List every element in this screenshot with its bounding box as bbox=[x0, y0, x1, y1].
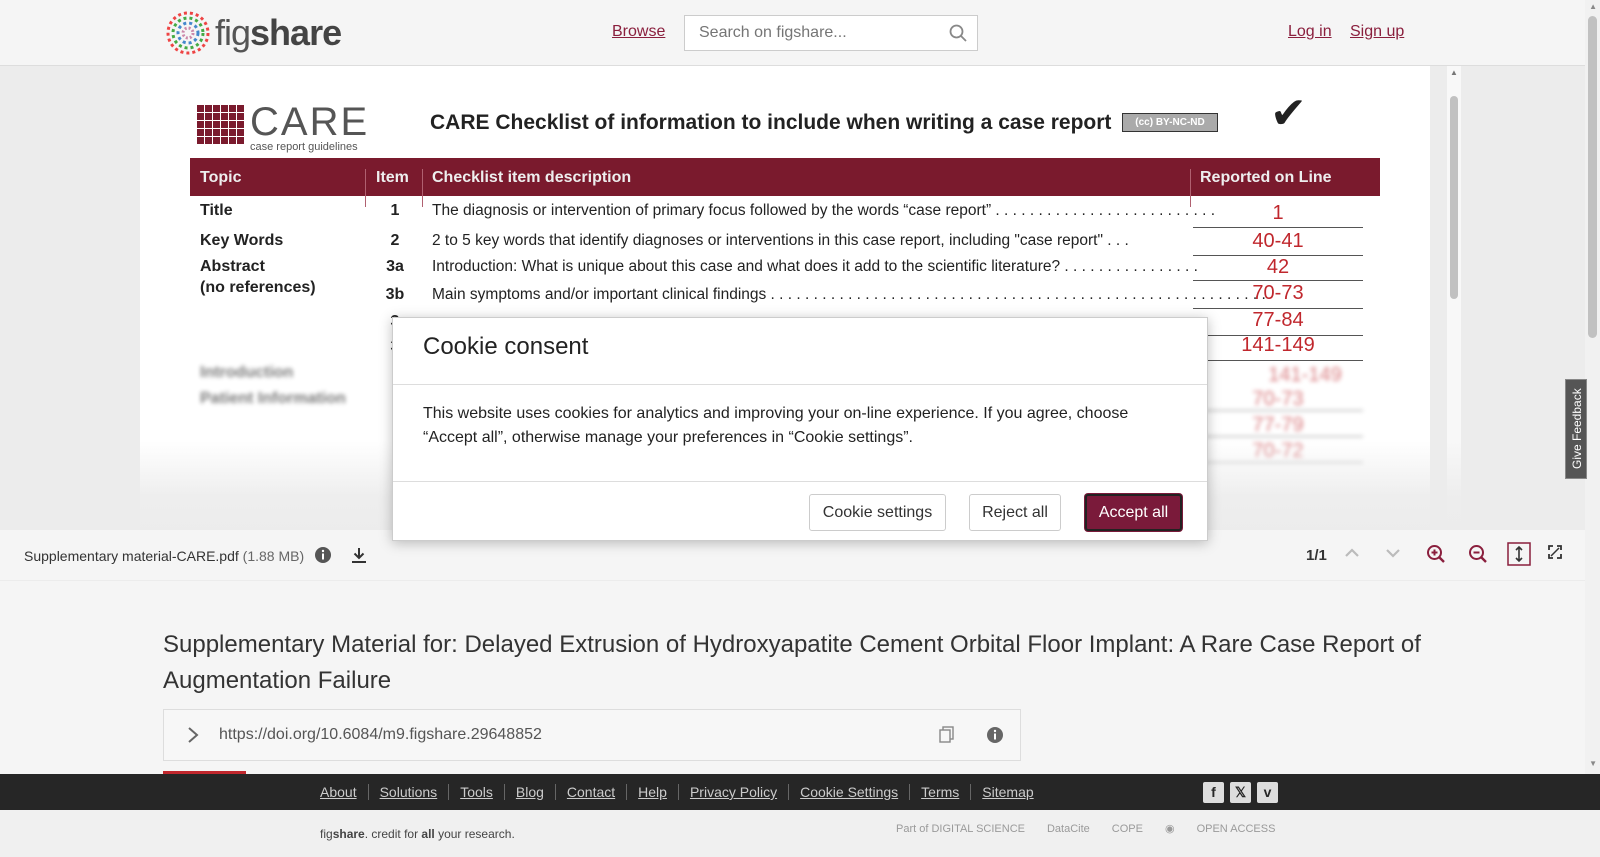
article-title: Supplementary Material for: Delayed Extr… bbox=[163, 631, 1421, 694]
partner-logos: Part of DIGITAL SCIENCE DataCite COPE ◉ … bbox=[896, 822, 1276, 836]
footer-bottom: figshare. credit for all your research. … bbox=[0, 810, 1600, 857]
open-access-logo[interactable]: OPEN ACCESS bbox=[1197, 823, 1276, 835]
footer-link-sitemap[interactable]: Sitemap bbox=[970, 784, 1044, 800]
checklist-row: Key Words 2 2 to 5 key words that identi… bbox=[190, 230, 1380, 258]
x-twitter-icon[interactable]: 𝕏 bbox=[1230, 782, 1251, 803]
prev-page-icon[interactable] bbox=[1343, 544, 1361, 562]
file-name: Supplementary material-CARE.pdf (1.88 MB… bbox=[24, 548, 305, 564]
care-brand: CARE bbox=[250, 100, 370, 144]
footer-link-privacy[interactable]: Privacy Policy bbox=[677, 784, 788, 800]
zoom-in-icon[interactable] bbox=[1426, 544, 1446, 564]
care-logo-grid-icon bbox=[197, 105, 244, 144]
zoom-out-icon[interactable] bbox=[1468, 544, 1488, 564]
care-logo: CARE case report guidelines bbox=[197, 100, 370, 153]
cookie-dialog-body: This website uses cookies for analytics … bbox=[423, 405, 1129, 446]
divider bbox=[393, 481, 1207, 482]
signup-link[interactable]: Sign up bbox=[1350, 23, 1404, 41]
checkmark-icon: ✔ bbox=[1270, 89, 1307, 138]
accept-all-button[interactable]: Accept all bbox=[1085, 494, 1182, 531]
scroll-down-arrow-icon[interactable]: ▼ bbox=[1589, 759, 1597, 768]
pdf-doc-title: CARE Checklist of information to include… bbox=[430, 111, 1112, 134]
fit-height-icon[interactable] bbox=[1507, 542, 1531, 566]
search-icon[interactable] bbox=[949, 24, 967, 42]
digital-science-logo[interactable]: Part of DIGITAL SCIENCE bbox=[896, 823, 1025, 835]
reject-all-button[interactable]: Reject all bbox=[969, 494, 1061, 531]
cookie-settings-button[interactable]: Cookie settings bbox=[809, 494, 946, 531]
search-input[interactable] bbox=[685, 16, 935, 50]
checklist-row: Abstract (no references) 3a Introduction… bbox=[190, 256, 1380, 296]
divider bbox=[393, 384, 1207, 385]
page-scrollbar[interactable]: ▲ ▼ bbox=[1585, 0, 1600, 774]
logo-text: figshare bbox=[215, 12, 342, 53]
footer-link-solutions[interactable]: Solutions bbox=[367, 784, 449, 800]
next-page-icon[interactable] bbox=[1384, 544, 1402, 562]
fullscreen-icon[interactable] bbox=[1547, 544, 1563, 560]
footer-tagline: figshare. credit for all your research. bbox=[320, 827, 515, 841]
datacite-logo[interactable]: DataCite bbox=[1047, 823, 1090, 835]
footer-link-blog[interactable]: Blog bbox=[503, 784, 555, 800]
footer-link-help[interactable]: Help bbox=[626, 784, 678, 800]
seal-logo-icon[interactable]: ◉ bbox=[1165, 822, 1175, 835]
page-counter: 1/1 bbox=[1306, 547, 1327, 564]
search-box bbox=[684, 15, 978, 51]
doi-box: https://doi.org/10.6084/m9.figshare.2964… bbox=[163, 709, 1021, 761]
care-tagline: case report guidelines bbox=[250, 141, 358, 153]
col-description: Checklist item description bbox=[432, 169, 632, 186]
footer-link-cookie-settings[interactable]: Cookie Settings bbox=[788, 784, 909, 800]
site-header: figshare Browse Log in Sign up bbox=[0, 0, 1585, 66]
browse-link[interactable]: Browse bbox=[612, 23, 665, 41]
footer-link-tools[interactable]: Tools bbox=[448, 784, 504, 800]
footer-nav: About Solutions Tools Blog Contact Help … bbox=[0, 774, 1600, 810]
col-reported-line: Reported on Line bbox=[1200, 169, 1332, 186]
vimeo-icon[interactable]: v bbox=[1257, 782, 1278, 803]
doi-link[interactable]: https://doi.org/10.6084/m9.figshare.2964… bbox=[219, 726, 542, 744]
info-icon[interactable] bbox=[314, 546, 332, 564]
cc-license-badge: (cc) BY-NC-ND bbox=[1122, 113, 1218, 132]
facebook-icon[interactable]: f bbox=[1203, 782, 1224, 803]
footer-links: About Solutions Tools Blog Contact Help … bbox=[320, 784, 1045, 800]
file-size: (1.88 MB) bbox=[242, 548, 305, 564]
login-link[interactable]: Log in bbox=[1288, 23, 1332, 41]
page-scroll-thumb[interactable] bbox=[1588, 16, 1597, 338]
pdf-scroll-thumb[interactable] bbox=[1450, 96, 1458, 299]
checklist-header: Topic Item Checklist item description Re… bbox=[190, 158, 1380, 207]
col-topic: Topic bbox=[200, 169, 242, 186]
figshare-logo[interactable]: figshare bbox=[163, 8, 342, 58]
footer-link-about[interactable]: About bbox=[320, 784, 368, 800]
scroll-up-arrow-icon[interactable]: ▲ bbox=[1589, 2, 1597, 11]
cope-logo[interactable]: COPE bbox=[1112, 823, 1143, 835]
chevron-right-icon[interactable] bbox=[184, 725, 202, 745]
give-feedback-tab[interactable]: Give Feedback bbox=[1565, 379, 1587, 479]
scroll-up-icon[interactable]: ▲ bbox=[1450, 68, 1458, 77]
doi-info-icon[interactable] bbox=[986, 726, 1004, 744]
col-item: Item bbox=[376, 169, 409, 186]
footer-link-contact[interactable]: Contact bbox=[554, 784, 626, 800]
download-icon[interactable] bbox=[350, 546, 368, 564]
checklist-row: Title 1 The diagnosis or intervention of… bbox=[190, 202, 1380, 228]
footer-link-terms[interactable]: Terms bbox=[909, 784, 970, 800]
cookie-dialog-title: Cookie consent bbox=[423, 333, 589, 360]
copy-icon[interactable] bbox=[939, 726, 955, 744]
cookie-consent-dialog: Cookie consent This website uses cookies… bbox=[392, 317, 1208, 541]
figshare-logo-icon bbox=[166, 11, 210, 55]
